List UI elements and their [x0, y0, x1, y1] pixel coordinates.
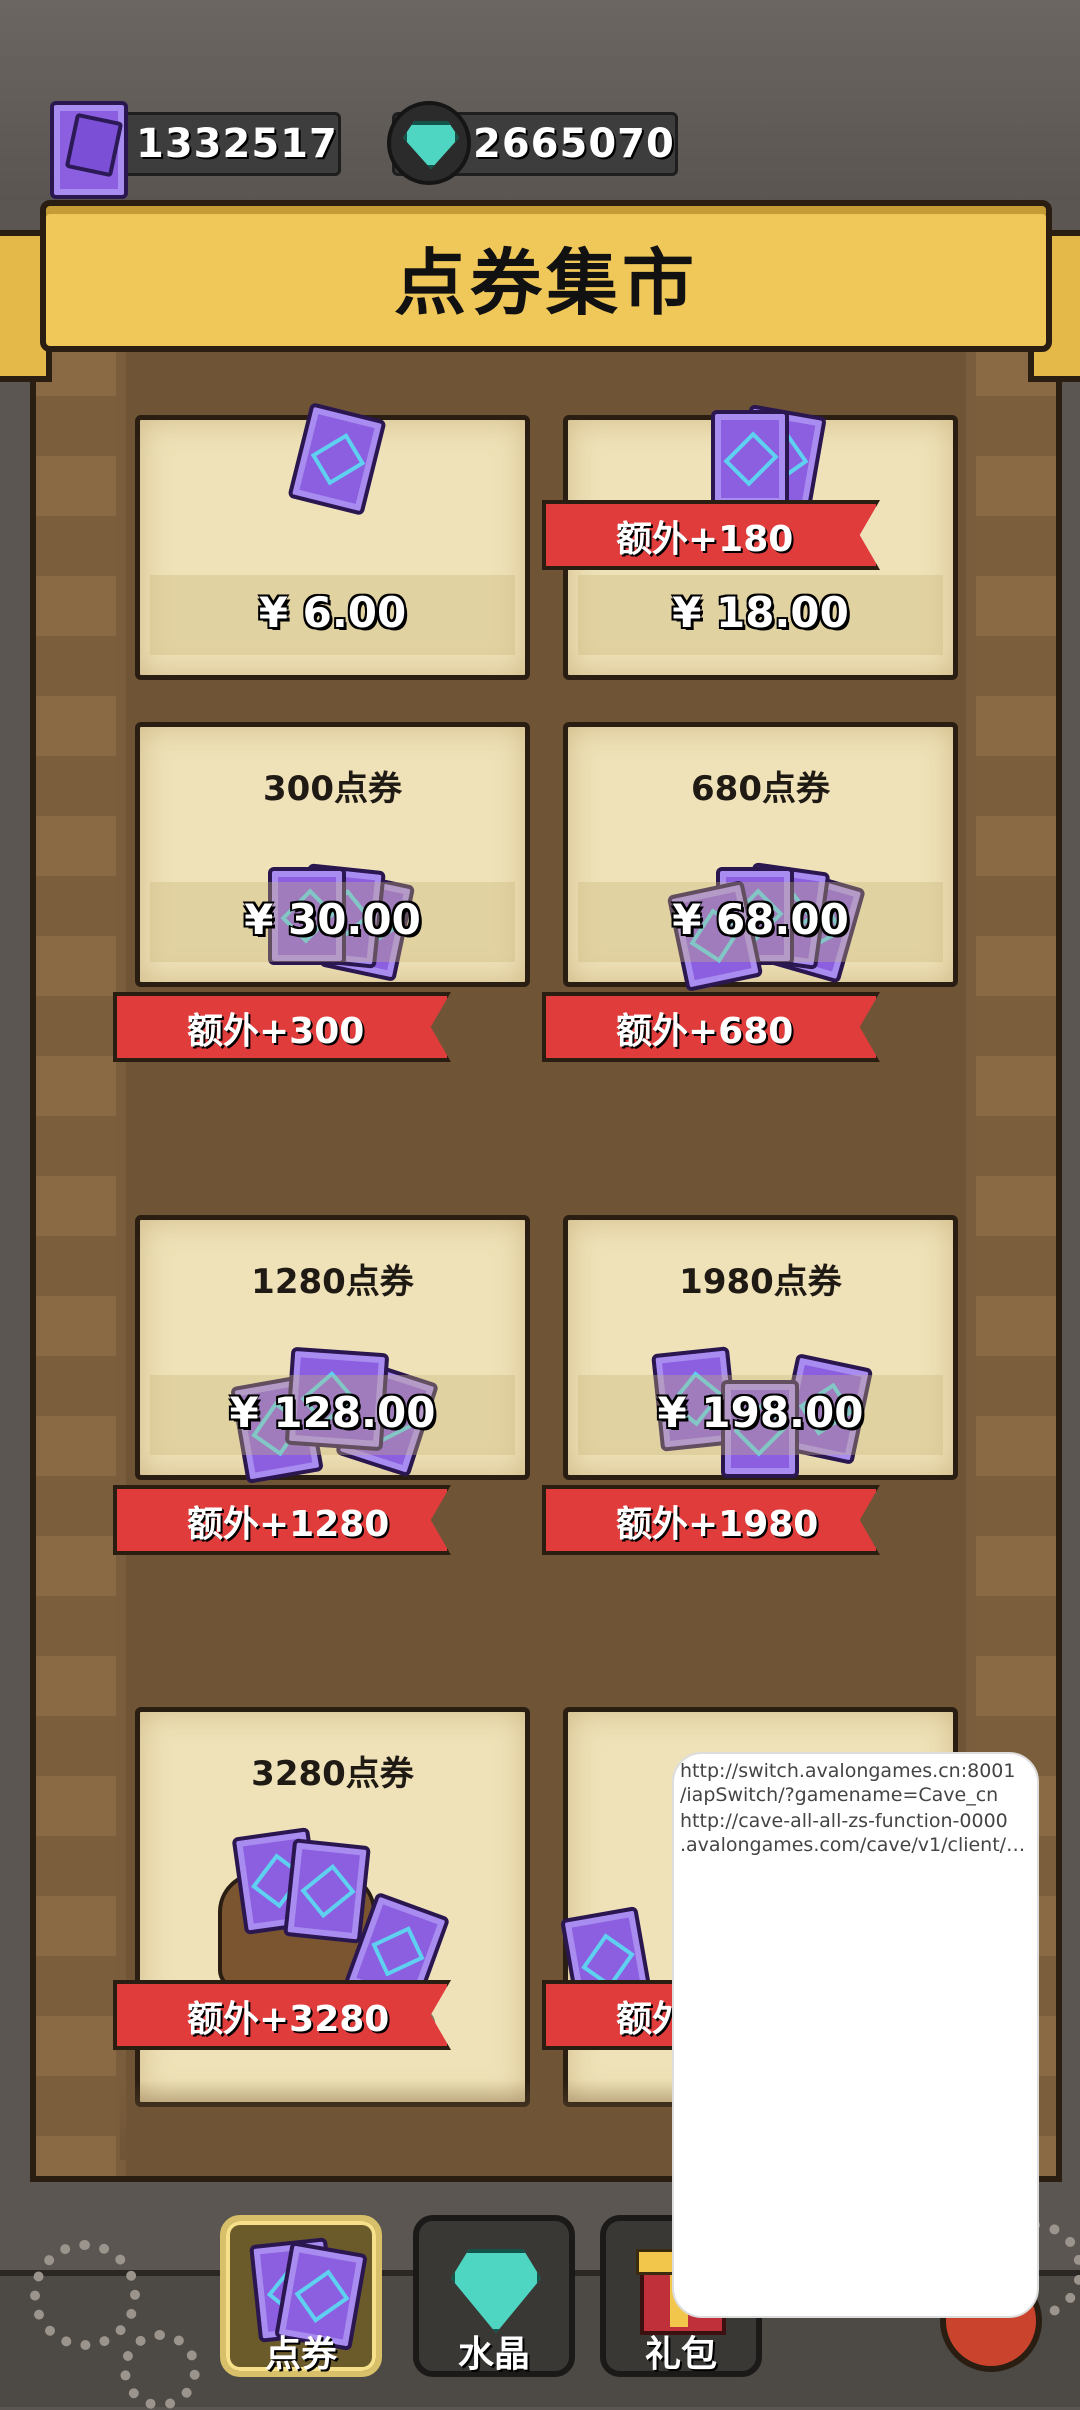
bonus-label: 额外+300 — [187, 1011, 365, 1052]
bonus-ribbon: 额外+1280 — [113, 1485, 451, 1555]
bonus-label: 额外+180 — [616, 519, 794, 560]
title-banner: 点券集市 — [40, 200, 1052, 352]
product-name: 680点券 — [691, 769, 830, 809]
overlay-line: .avalongames.com/cave/v1/client/coup... — [680, 1834, 1029, 1856]
product-card-1980[interactable]: 1980点券 ¥ 198.00 — [563, 1215, 958, 1480]
tab-crystals[interactable]: 水晶 — [413, 2215, 575, 2377]
product-name: 1980点券 — [679, 1262, 842, 1302]
product-name: 1280点券 — [251, 1262, 414, 1302]
product-name: 300点券 — [263, 769, 402, 809]
bonus-ribbon: 额外+180 — [542, 500, 880, 570]
crystal-icon — [387, 101, 471, 185]
bonus-ribbon: 额外+300 — [113, 992, 451, 1062]
crystal-amount: 2665070 — [473, 121, 675, 167]
ticket-icon — [50, 101, 128, 199]
crystal-balance: 2665070 — [387, 101, 678, 185]
price-label: ¥ 18.00 — [672, 588, 849, 637]
bonus-ribbon: 额外+3280 — [113, 1980, 451, 2050]
product-card-6[interactable]: ¥ 6.00 — [135, 402, 530, 680]
bonus-label: 额外+1280 — [187, 1504, 390, 1545]
product-card-1280[interactable]: 1280点券 ¥ 128.00 — [135, 1215, 530, 1485]
debug-url-overlay: http://switch.avalongames.cn:8001 /iapSw… — [672, 1752, 1039, 2318]
ticket-balance: 1332517 — [50, 101, 341, 199]
gear-icon — [120, 2330, 200, 2410]
price-label: ¥ 30.00 — [244, 895, 421, 944]
tab-label: 水晶 — [457, 2334, 530, 2375]
page-title: 点券集市 — [393, 241, 698, 325]
left-pillar — [36, 336, 116, 2176]
tab-label: 点券 — [264, 2334, 337, 2375]
product-name: 3280点券 — [251, 1754, 414, 1794]
bonus-label: 额外+3280 — [187, 1999, 390, 2040]
price-label: ¥ 198.00 — [657, 1388, 864, 1437]
tab-tickets[interactable]: 点券 — [220, 2215, 382, 2377]
bonus-ribbon: 额外+1980 — [542, 1485, 880, 1555]
ticket-stack-icon — [691, 403, 831, 515]
bonus-label: 额外+1980 — [616, 1504, 819, 1545]
bonus-label: 额外+680 — [616, 1011, 794, 1052]
product-card-300[interactable]: 300点券 ¥ 30.00 — [135, 722, 530, 987]
bonus-ribbon: 额外+680 — [542, 992, 880, 1062]
product-card-680[interactable]: 680点券 ¥ 68.00 — [563, 722, 958, 993]
ticket-bag-icon — [217, 1827, 450, 2011]
price-label: ¥ 128.00 — [229, 1388, 436, 1437]
overlay-line: http://cave-all-all-zs-function-0000 — [680, 1810, 1008, 1832]
tab-label: 礼包 — [644, 2334, 717, 2375]
overlay-line: /iapSwitch/?gamename=Cave_cn — [680, 1784, 999, 1806]
overlay-line: http://switch.avalongames.cn:8001 — [680, 1760, 1016, 1782]
ticket-amount: 1332517 — [136, 121, 338, 167]
ticket-stack-icon — [278, 402, 388, 516]
gear-icon — [30, 2240, 140, 2350]
price-label: ¥ 68.00 — [672, 895, 849, 944]
ticket-icon — [249, 2237, 368, 2352]
crystal-icon — [447, 2241, 541, 2333]
price-label: ¥ 6.00 — [258, 588, 407, 637]
